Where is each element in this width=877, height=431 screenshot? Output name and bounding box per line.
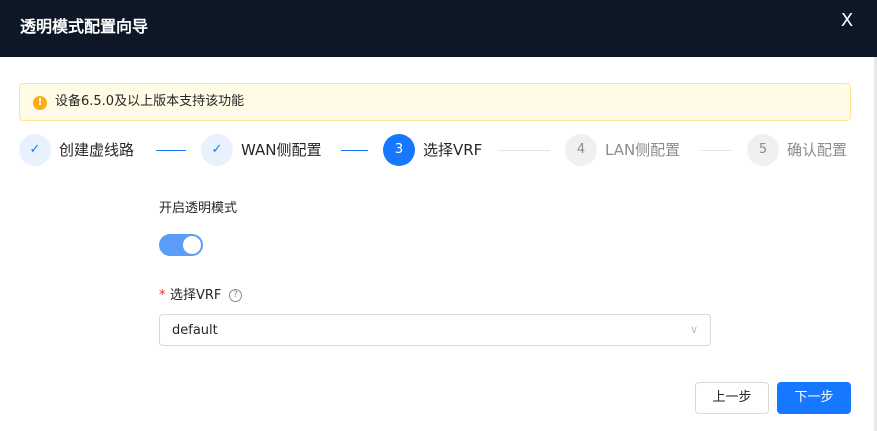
wizard-dialog: 透明模式配置向导 X ! 设备6.5.0及以上版本支持该功能 ✓ 创建虚线路 ✓… — [0, 0, 877, 431]
check-icon: ✓ — [19, 134, 51, 166]
vrf-label: 选择VRF — [170, 288, 222, 303]
step-connector — [499, 150, 550, 151]
step-connector — [156, 150, 186, 151]
step-number: 4 — [565, 134, 597, 166]
vrf-select-value: default — [172, 323, 218, 338]
version-alert: ! 设备6.5.0及以上版本支持该功能 — [19, 83, 851, 121]
next-step-button[interactable]: 下一步 — [777, 382, 851, 414]
previous-step-button[interactable]: 上一步 — [695, 382, 769, 414]
step-number: 3 — [383, 134, 415, 166]
dialog-header: 透明模式配置向导 X — [0, 0, 877, 57]
step-connector — [701, 150, 732, 151]
step-label: WAN侧配置 — [241, 141, 322, 159]
close-icon[interactable]: X — [836, 10, 858, 32]
transparent-mode-label: 开启透明模式 — [159, 201, 238, 216]
question-icon[interactable]: ? — [229, 289, 242, 302]
step-label: LAN侧配置 — [605, 141, 681, 159]
step-number: 5 — [747, 134, 779, 166]
check-icon: ✓ — [201, 134, 233, 166]
step-connector — [341, 150, 368, 151]
transparent-mode-switch[interactable] — [159, 234, 203, 256]
required-mark: * — [159, 288, 166, 303]
switch-knob — [183, 236, 201, 254]
dialog-title: 透明模式配置向导 — [20, 17, 149, 36]
chevron-down-icon: ∨ — [689, 323, 699, 336]
step-label: 选择VRF — [423, 141, 483, 159]
warning-icon: ! — [33, 96, 47, 110]
vrf-select[interactable]: default ∨ — [159, 314, 711, 346]
alert-message: 设备6.5.0及以上版本支持该功能 — [55, 94, 245, 109]
step-label: 确认配置 — [787, 141, 848, 159]
step-label: 创建虚线路 — [59, 141, 135, 159]
